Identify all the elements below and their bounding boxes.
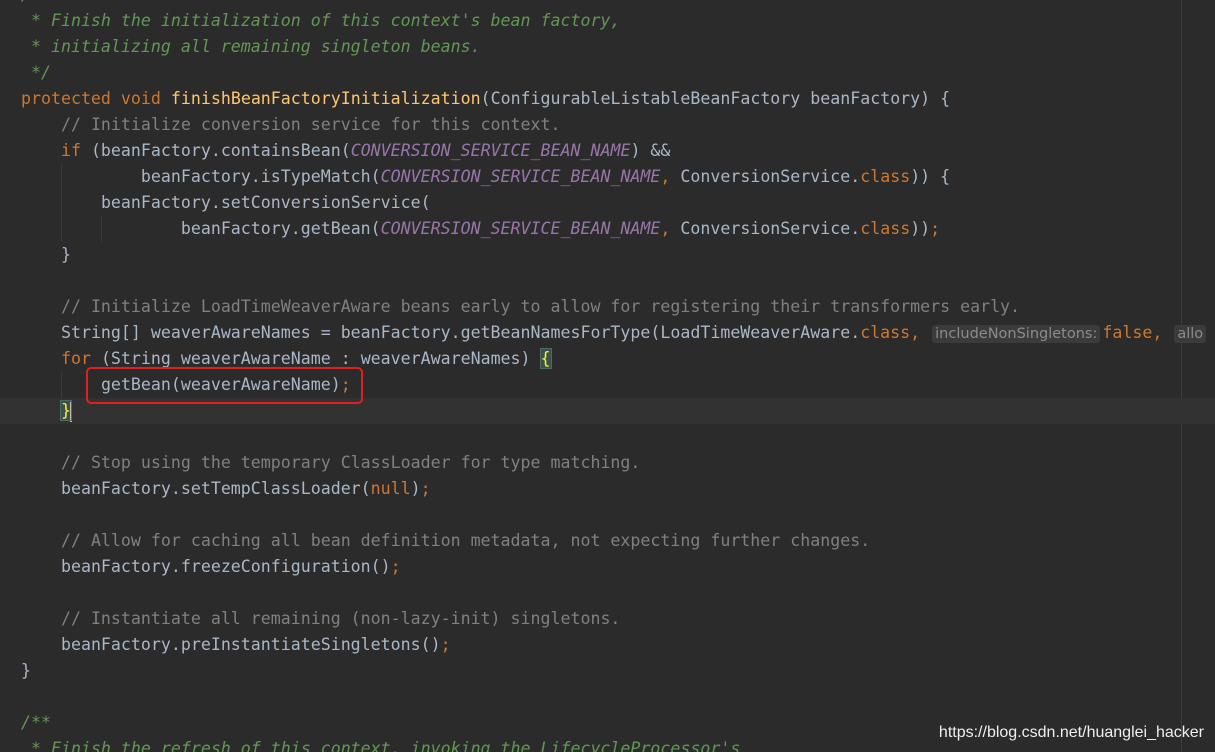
doc-comment: /** — [21, 713, 51, 732]
code-text: ConversionService. — [670, 219, 861, 238]
code-line[interactable]: String[] weaverAwareNames = beanFactory.… — [21, 320, 1215, 346]
punctuation: ; — [420, 479, 431, 498]
line-comment: // Stop using the temporary ClassLoader … — [60, 453, 641, 472]
line-comment: // Initialize conversion service for thi… — [60, 115, 561, 134]
watermark-text: https://blog.csdn.net/huanglei_hacker — [938, 724, 1204, 741]
code-text: beanFactory.preInstantiateSingletons() — [60, 635, 441, 654]
code-line[interactable]: // Stop using the temporary ClassLoader … — [21, 450, 1215, 476]
punctuation: , — [910, 323, 921, 342]
code-line[interactable]: * Finish the initialization of this cont… — [21, 8, 1215, 34]
indent-guide — [61, 190, 62, 216]
doc-comment: / — [21, 0, 31, 4]
code-text: } — [60, 245, 71, 264]
code-text: beanFactory.setConversionService( — [100, 193, 431, 212]
code-line[interactable] — [21, 684, 1215, 710]
code-text: beanFactory.isTypeMatch( — [140, 167, 381, 186]
code-line[interactable] — [21, 268, 1215, 294]
code-line[interactable]: / — [21, 0, 1215, 8]
code-line[interactable]: beanFactory.freezeConfiguration(); — [21, 554, 1215, 580]
code-line[interactable]: if (beanFactory.containsBean(CONVERSION_… — [21, 138, 1215, 164]
punctuation: ; — [930, 219, 941, 238]
code-text: )) — [910, 219, 931, 238]
code-line[interactable]: beanFactory.isTypeMatch(CONVERSION_SERVI… — [21, 164, 1215, 190]
doc-comment: * initializing all remaining singleton b… — [21, 37, 481, 56]
parameter-hint: allo — [1174, 325, 1207, 343]
code-line[interactable]: } — [21, 242, 1215, 268]
code-line[interactable]: beanFactory.getBean(CONVERSION_SERVICE_B… — [21, 216, 1215, 242]
annotation-highlight-box — [86, 367, 363, 404]
code-text: (beanFactory.containsBean( — [80, 141, 351, 160]
keyword: if — [60, 141, 81, 160]
parameter-hint: includeNonSingletons: — [932, 325, 1101, 343]
line-comment: // Instantiate all remaining (non-lazy-i… — [60, 609, 621, 628]
code-line[interactable]: // Initialize LoadTimeWeaverAware beans … — [21, 294, 1215, 320]
punctuation: ; — [440, 635, 451, 654]
code-editor[interactable]: / * Finish the initialization of this co… — [0, 0, 1215, 752]
doc-comment: * Finish the initialization of this cont… — [21, 11, 621, 30]
line-comment: // Initialize LoadTimeWeaverAware beans … — [60, 297, 1021, 316]
constant: CONVERSION_SERVICE_BEAN_NAME — [350, 141, 631, 160]
constant: CONVERSION_SERVICE_BEAN_NAME — [380, 219, 661, 238]
code-line[interactable]: } — [21, 658, 1215, 684]
keyword: protected — [21, 89, 111, 108]
code-text: } — [21, 661, 31, 680]
code-line[interactable]: beanFactory.preInstantiateSingletons(); — [21, 632, 1215, 658]
doc-comment: * Finish the refresh of this context, in… — [21, 739, 741, 752]
code-text: beanFactory.getBean( — [180, 219, 381, 238]
indent-guide — [61, 372, 62, 398]
doc-comment: */ — [21, 63, 51, 82]
code-text: beanFactory.setTempClassLoader( — [60, 479, 371, 498]
code-line[interactable]: */ — [21, 60, 1215, 86]
code-line[interactable]: // Initialize conversion service for thi… — [21, 112, 1215, 138]
keyword: class — [860, 219, 911, 238]
method-name: finishBeanFactoryInitialization — [170, 89, 481, 108]
code-line[interactable] — [21, 502, 1215, 528]
code-text: String[] weaverAwareNames = beanFactory.… — [60, 323, 861, 342]
constant: CONVERSION_SERVICE_BEAN_NAME — [380, 167, 661, 186]
code-line[interactable]: beanFactory.setConversionService( — [21, 190, 1215, 216]
code-line[interactable] — [21, 424, 1215, 450]
keyword: void — [120, 89, 161, 108]
matched-brace: { — [539, 348, 552, 369]
indent-guide — [61, 216, 62, 242]
punctuation: , — [660, 219, 671, 238]
code-line[interactable]: // Allow for caching all bean definition… — [21, 528, 1215, 554]
punctuation: , — [660, 167, 671, 186]
keyword: null — [370, 479, 411, 498]
keyword: false — [1102, 323, 1153, 342]
code-text: )) { — [910, 167, 951, 186]
code-text: ) — [410, 479, 421, 498]
punctuation: , — [1152, 323, 1163, 342]
keyword: class — [860, 323, 911, 342]
code-line[interactable]: beanFactory.setTempClassLoader(null); — [21, 476, 1215, 502]
code-line[interactable]: protected void finishBeanFactoryInitiali… — [21, 86, 1215, 112]
keyword: class — [860, 167, 911, 186]
indent-guide — [101, 216, 102, 242]
code-line[interactable]: * initializing all remaining singleton b… — [21, 34, 1215, 60]
code-text: ) && — [630, 141, 671, 160]
line-comment: // Allow for caching all bean definition… — [60, 531, 871, 550]
keyword: for — [60, 349, 91, 368]
code-text: (ConfigurableListableBeanFactory beanFac… — [480, 89, 951, 108]
code-text: (String weaverAwareName : weaverAwareNam… — [90, 349, 541, 368]
code-line[interactable] — [21, 580, 1215, 606]
punctuation: ; — [390, 557, 401, 576]
code-line[interactable]: // Instantiate all remaining (non-lazy-i… — [21, 606, 1215, 632]
code-text: beanFactory.freezeConfiguration() — [60, 557, 391, 576]
code-text: ConversionService. — [670, 167, 861, 186]
indent-guide — [61, 164, 62, 190]
text-caret — [69, 401, 72, 422]
